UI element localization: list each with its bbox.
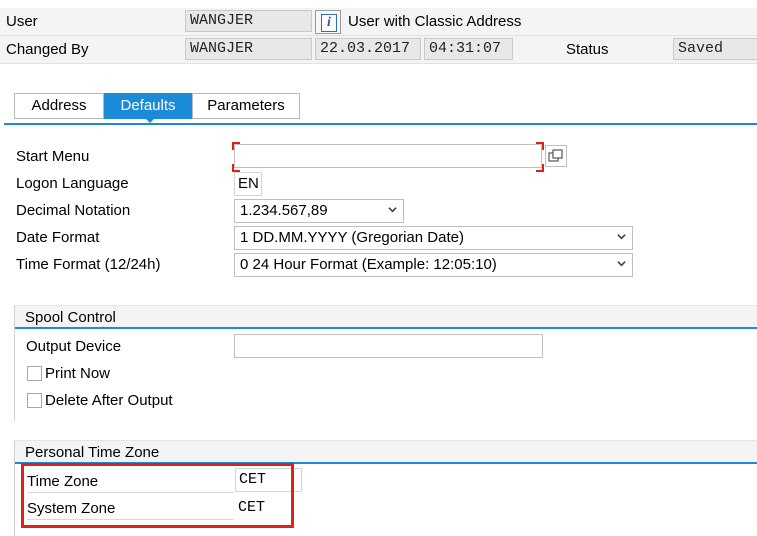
active-tab-indicator <box>144 117 156 123</box>
header-separator <box>0 63 757 64</box>
tab-address-label: Address <box>31 97 87 114</box>
highlight-box <box>21 463 294 528</box>
date-format-value: 1 DD.MM.YYYY (Gregorian Date) <box>240 229 464 246</box>
personal-time-zone-title: Personal Time Zone <box>25 444 160 461</box>
user-description: User with Classic Address <box>348 13 522 30</box>
tab-defaults-label: Defaults <box>120 97 176 114</box>
time-format-dropdown[interactable]: 0 24 Hour Format (Example: 12:05:10) <box>234 253 633 277</box>
print-now-label: Print Now <box>45 365 111 382</box>
output-device-label: Output Device <box>26 338 122 355</box>
print-now-checkbox[interactable] <box>27 366 42 381</box>
tab-defaults[interactable]: Defaults <box>104 93 192 119</box>
logon-language-label: Logon Language <box>16 175 129 192</box>
decimal-notation-value: 1.234.567,89 <box>240 202 328 219</box>
chevron-down-icon <box>617 234 626 240</box>
status-field: Saved <box>673 38 757 60</box>
time-format-label: Time Format (12/24h) <box>16 256 161 273</box>
start-menu-label: Start Menu <box>16 148 90 165</box>
logon-language-field[interactable]: EN <box>234 172 262 196</box>
required-marker-tr <box>536 142 544 150</box>
time-format-value: 0 24 Hour Format (Example: 12:05:10) <box>240 256 497 273</box>
required-marker-tl <box>232 142 240 150</box>
date-format-label: Date Format <box>16 229 100 246</box>
tab-address[interactable]: Address <box>14 93 104 119</box>
info-icon[interactable]: i <box>315 10 341 34</box>
chevron-down-icon <box>388 207 397 213</box>
start-menu-input[interactable] <box>234 144 542 168</box>
changed-by-label: Changed By <box>6 41 89 58</box>
user-label: User <box>6 13 38 30</box>
user-field: WANGJER <box>185 10 312 32</box>
decimal-notation-dropdown[interactable]: 1.234.567,89 <box>234 199 404 223</box>
info-glyph: i <box>321 14 337 32</box>
spool-control-group: Spool Control Output Device Print Now De… <box>14 305 757 421</box>
changed-date-field: 22.03.2017 <box>315 38 421 60</box>
required-marker-br <box>536 164 544 172</box>
chevron-down-icon <box>617 261 626 267</box>
tab-strip-underline <box>4 123 757 125</box>
changed-by-field: WANGJER <box>185 38 312 60</box>
spool-control-title: Spool Control <box>25 309 116 326</box>
tab-parameters-label: Parameters <box>207 97 285 114</box>
tab-parameters[interactable]: Parameters <box>192 93 300 119</box>
spool-title-bar <box>15 306 757 327</box>
decimal-notation-label: Decimal Notation <box>16 202 131 219</box>
spool-title-underline <box>15 327 757 329</box>
delete-after-output-label: Delete After Output <box>45 392 173 409</box>
output-device-input[interactable] <box>234 334 543 358</box>
delete-after-output-checkbox[interactable] <box>27 393 42 408</box>
status-label: Status <box>566 41 609 58</box>
changed-time-field: 04:31:07 <box>424 38 513 60</box>
value-help-icon[interactable] <box>545 145 567 167</box>
date-format-dropdown[interactable]: 1 DD.MM.YYYY (Gregorian Date) <box>234 226 633 250</box>
required-marker-bl <box>232 164 240 172</box>
